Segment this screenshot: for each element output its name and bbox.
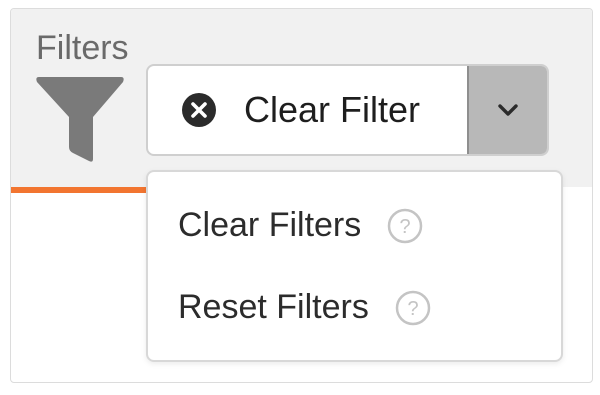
help-icon[interactable]: ? bbox=[387, 208, 423, 244]
menu-item-label: Reset Filters bbox=[178, 288, 369, 326]
chevron-down-icon bbox=[498, 104, 518, 116]
filter-dropdown-menu: Clear Filters ? Reset Filters ? bbox=[146, 170, 563, 362]
menu-item-reset-filters[interactable]: Reset Filters ? bbox=[178, 288, 431, 327]
clear-filter-split-button: Clear Filter bbox=[146, 64, 549, 156]
funnel-icon bbox=[36, 77, 124, 162]
active-tab-indicator bbox=[11, 187, 159, 193]
menu-item-label: Clear Filters bbox=[178, 206, 362, 244]
dropdown-toggle-button[interactable] bbox=[467, 66, 547, 154]
svg-text:?: ? bbox=[400, 216, 411, 238]
filters-section-label: Filters bbox=[36, 29, 129, 67]
help-icon[interactable]: ? bbox=[395, 290, 431, 326]
svg-text:?: ? bbox=[407, 298, 418, 320]
close-circle-icon bbox=[182, 93, 216, 127]
clear-filter-label: Clear Filter bbox=[244, 89, 421, 130]
clear-filter-button[interactable]: Clear Filter bbox=[148, 66, 467, 154]
menu-item-clear-filters[interactable]: Clear Filters ? bbox=[178, 206, 423, 245]
